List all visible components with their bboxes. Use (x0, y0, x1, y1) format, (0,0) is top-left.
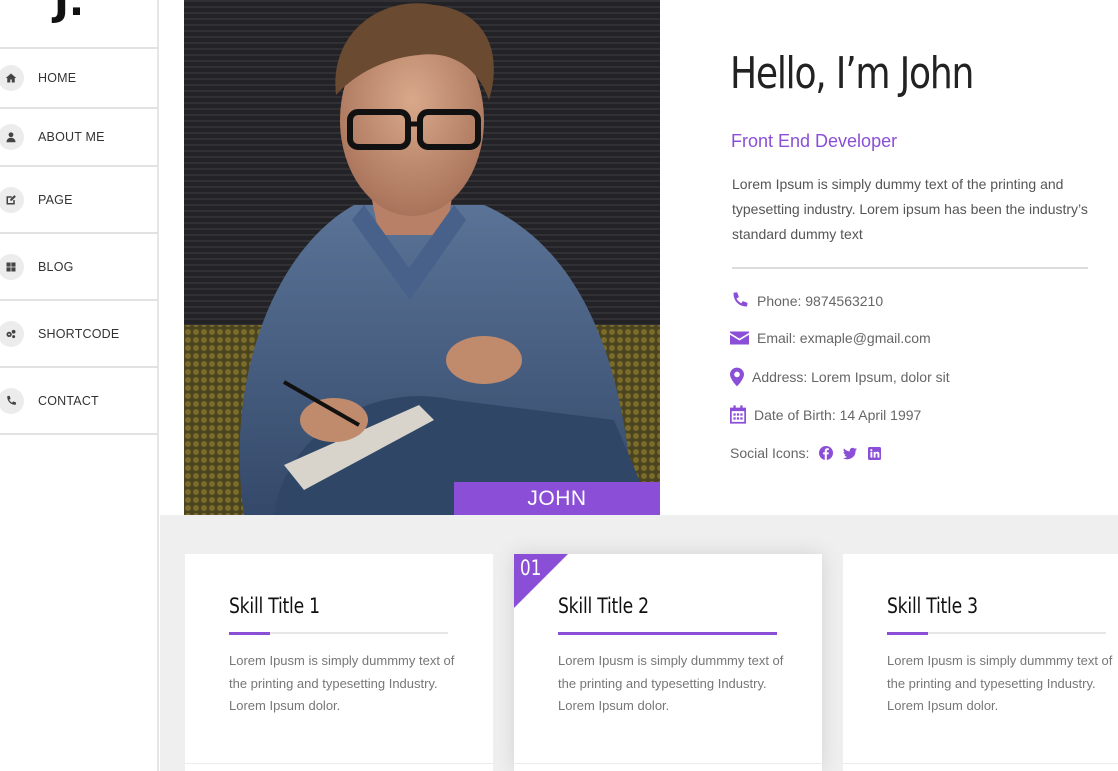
user-icon (0, 124, 24, 150)
twitter-icon[interactable] (843, 446, 858, 460)
dob-row: Date of Birth: 14 April 1997 (730, 405, 921, 424)
sidebar: J. HOME ABOUT ME PAGE BLOG SHORTCODE CON… (0, 0, 159, 771)
skill-title: Skill Title 1 (229, 594, 320, 618)
skill-accent-line (229, 632, 270, 635)
phone-text: Phone: 9874563210 (757, 292, 884, 309)
nav-item-home[interactable]: HOME (0, 49, 158, 109)
skill-card[interactable]: Skill Title 1 Lorem Ipusm is simply dumm… (185, 554, 493, 771)
linkedin-icon[interactable] (867, 446, 881, 460)
photo-name-label: JOHN (454, 482, 660, 515)
skill-title: Skill Title 2 (558, 594, 649, 618)
phone-icon (733, 292, 748, 307)
bio-text: Lorem Ipsum is simply dummy text of the … (732, 176, 1088, 242)
nav-label-page: PAGE (38, 192, 73, 207)
gears-icon (0, 320, 24, 347)
nav-label-blog: BLOG (38, 259, 74, 274)
profile-photo (184, 0, 660, 515)
edit-icon (0, 186, 24, 213)
divider (732, 267, 1088, 269)
phone-row: Phone: 9874563210 (730, 291, 883, 310)
nav-label-shortcode: SHORTCODE (38, 326, 120, 341)
skill-text: Lorem Ipusm is simply dummmy text of the… (229, 653, 455, 713)
email-row: Email: exmaple@gmail.com (730, 330, 931, 346)
address-text: Address: Lorem Ipsum, dolor sit (752, 369, 950, 385)
skill-badge-number: 01 (520, 556, 542, 580)
nav-label-about-me: ABOUT ME (38, 130, 105, 144)
card-footer-divider (514, 763, 822, 771)
skill-accent-line (558, 632, 777, 635)
person-illustration (184, 0, 660, 515)
map-marker-icon (730, 367, 744, 387)
card-footer-divider (843, 763, 1118, 771)
nav-item-blog[interactable]: BLOG (0, 234, 158, 301)
skill-title: Skill Title 3 (887, 594, 978, 618)
card-footer-divider (185, 763, 493, 771)
social-row: Social Icons: (730, 445, 881, 461)
nav-label-contact: CONTACT (38, 393, 99, 408)
skill-card-active[interactable]: 01 Skill Title 2 Lorem Ipusm is simply d… (514, 554, 822, 771)
facebook-icon[interactable] (819, 446, 834, 460)
nav-item-page[interactable]: PAGE (0, 167, 158, 234)
nav-item-contact[interactable]: CONTACT (0, 368, 158, 435)
skill-card[interactable]: Skill Title 3 Lorem Ipusm is simply dumm… (843, 554, 1118, 771)
nav-item-shortcode[interactable]: SHORTCODE (0, 301, 158, 368)
skill-text: Lorem Ipusm is simply dummmy text of the… (887, 653, 1113, 713)
email-text[interactable]: Email: exmaple@gmail.com (757, 330, 931, 346)
home-icon (0, 65, 24, 91)
social-label: Social Icons: (730, 445, 810, 461)
nav-item-about-me[interactable]: ABOUT ME (0, 109, 158, 167)
skill-text: Lorem Ipusm is simply dummmy text of the… (558, 653, 784, 713)
main-nav: HOME ABOUT ME PAGE BLOG SHORTCODE CONTAC… (0, 47, 158, 435)
calendar-icon (730, 405, 746, 424)
page-title: Hello, I’m John (730, 48, 974, 99)
skill-accent-line (887, 632, 928, 635)
dob-text: Date of Birth: 14 April 1997 (754, 406, 922, 423)
job-title: Front End Developer (731, 131, 898, 151)
grid-icon (0, 253, 24, 280)
phone-icon (0, 387, 24, 414)
nav-label-home: HOME (38, 71, 77, 85)
logo[interactable]: J. (54, 0, 84, 22)
address-row: Address: Lorem Ipsum, dolor sit (730, 367, 950, 387)
envelope-icon (730, 331, 749, 345)
